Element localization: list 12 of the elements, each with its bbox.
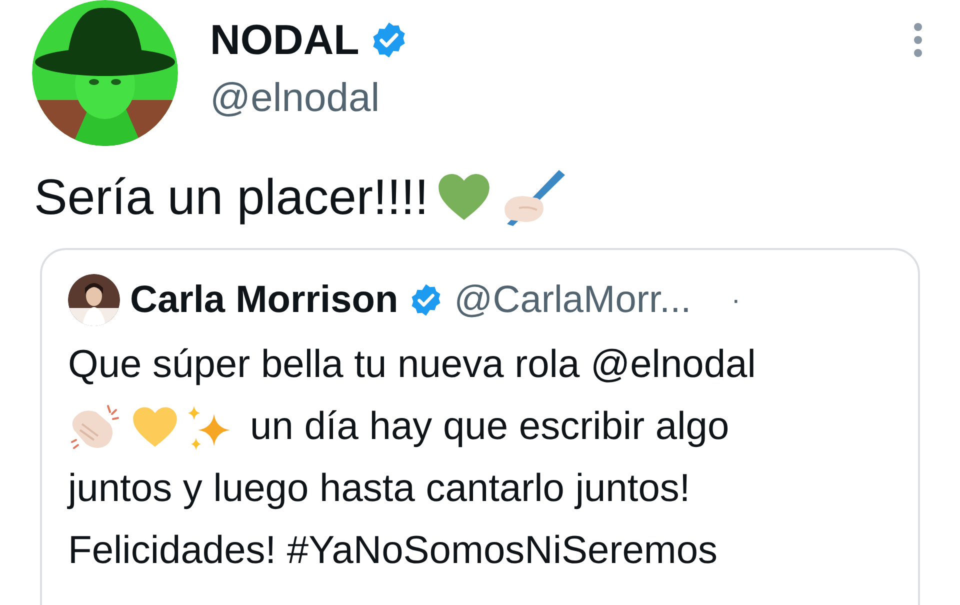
more-options-icon[interactable] (912, 22, 924, 58)
quoted-tweet-text: Felicidades! #YaNoSomosNiSeremos (68, 528, 718, 574)
quoted-author-name: Carla Morrison (130, 278, 398, 323)
author-handle: @elnodal (210, 75, 381, 122)
quoted-author-handle: @CarlaMorr... (454, 278, 692, 323)
separator-dot: · (731, 283, 741, 317)
quoted-tweet-text: un día hay que escribir algo (250, 404, 730, 450)
quoted-tweet-card[interactable]: Carla Morrison @CarlaMorr... · Que súper bella tu nueva rola @elnodal un día hay que escribir algo juntos y luego hasta cantarlo juntos! Felicidades! #YaNoSomosNiSeremos (40, 248, 920, 605)
quoted-tweet-text: juntos y luego hasta cantarlo juntos! (68, 466, 690, 512)
quoted-tweet-text: Que súper bella tu nueva rola @elnodal (68, 342, 756, 388)
tweet-text: Sería un placer!!!! (34, 168, 429, 227)
author-name: NODAL (210, 15, 360, 65)
